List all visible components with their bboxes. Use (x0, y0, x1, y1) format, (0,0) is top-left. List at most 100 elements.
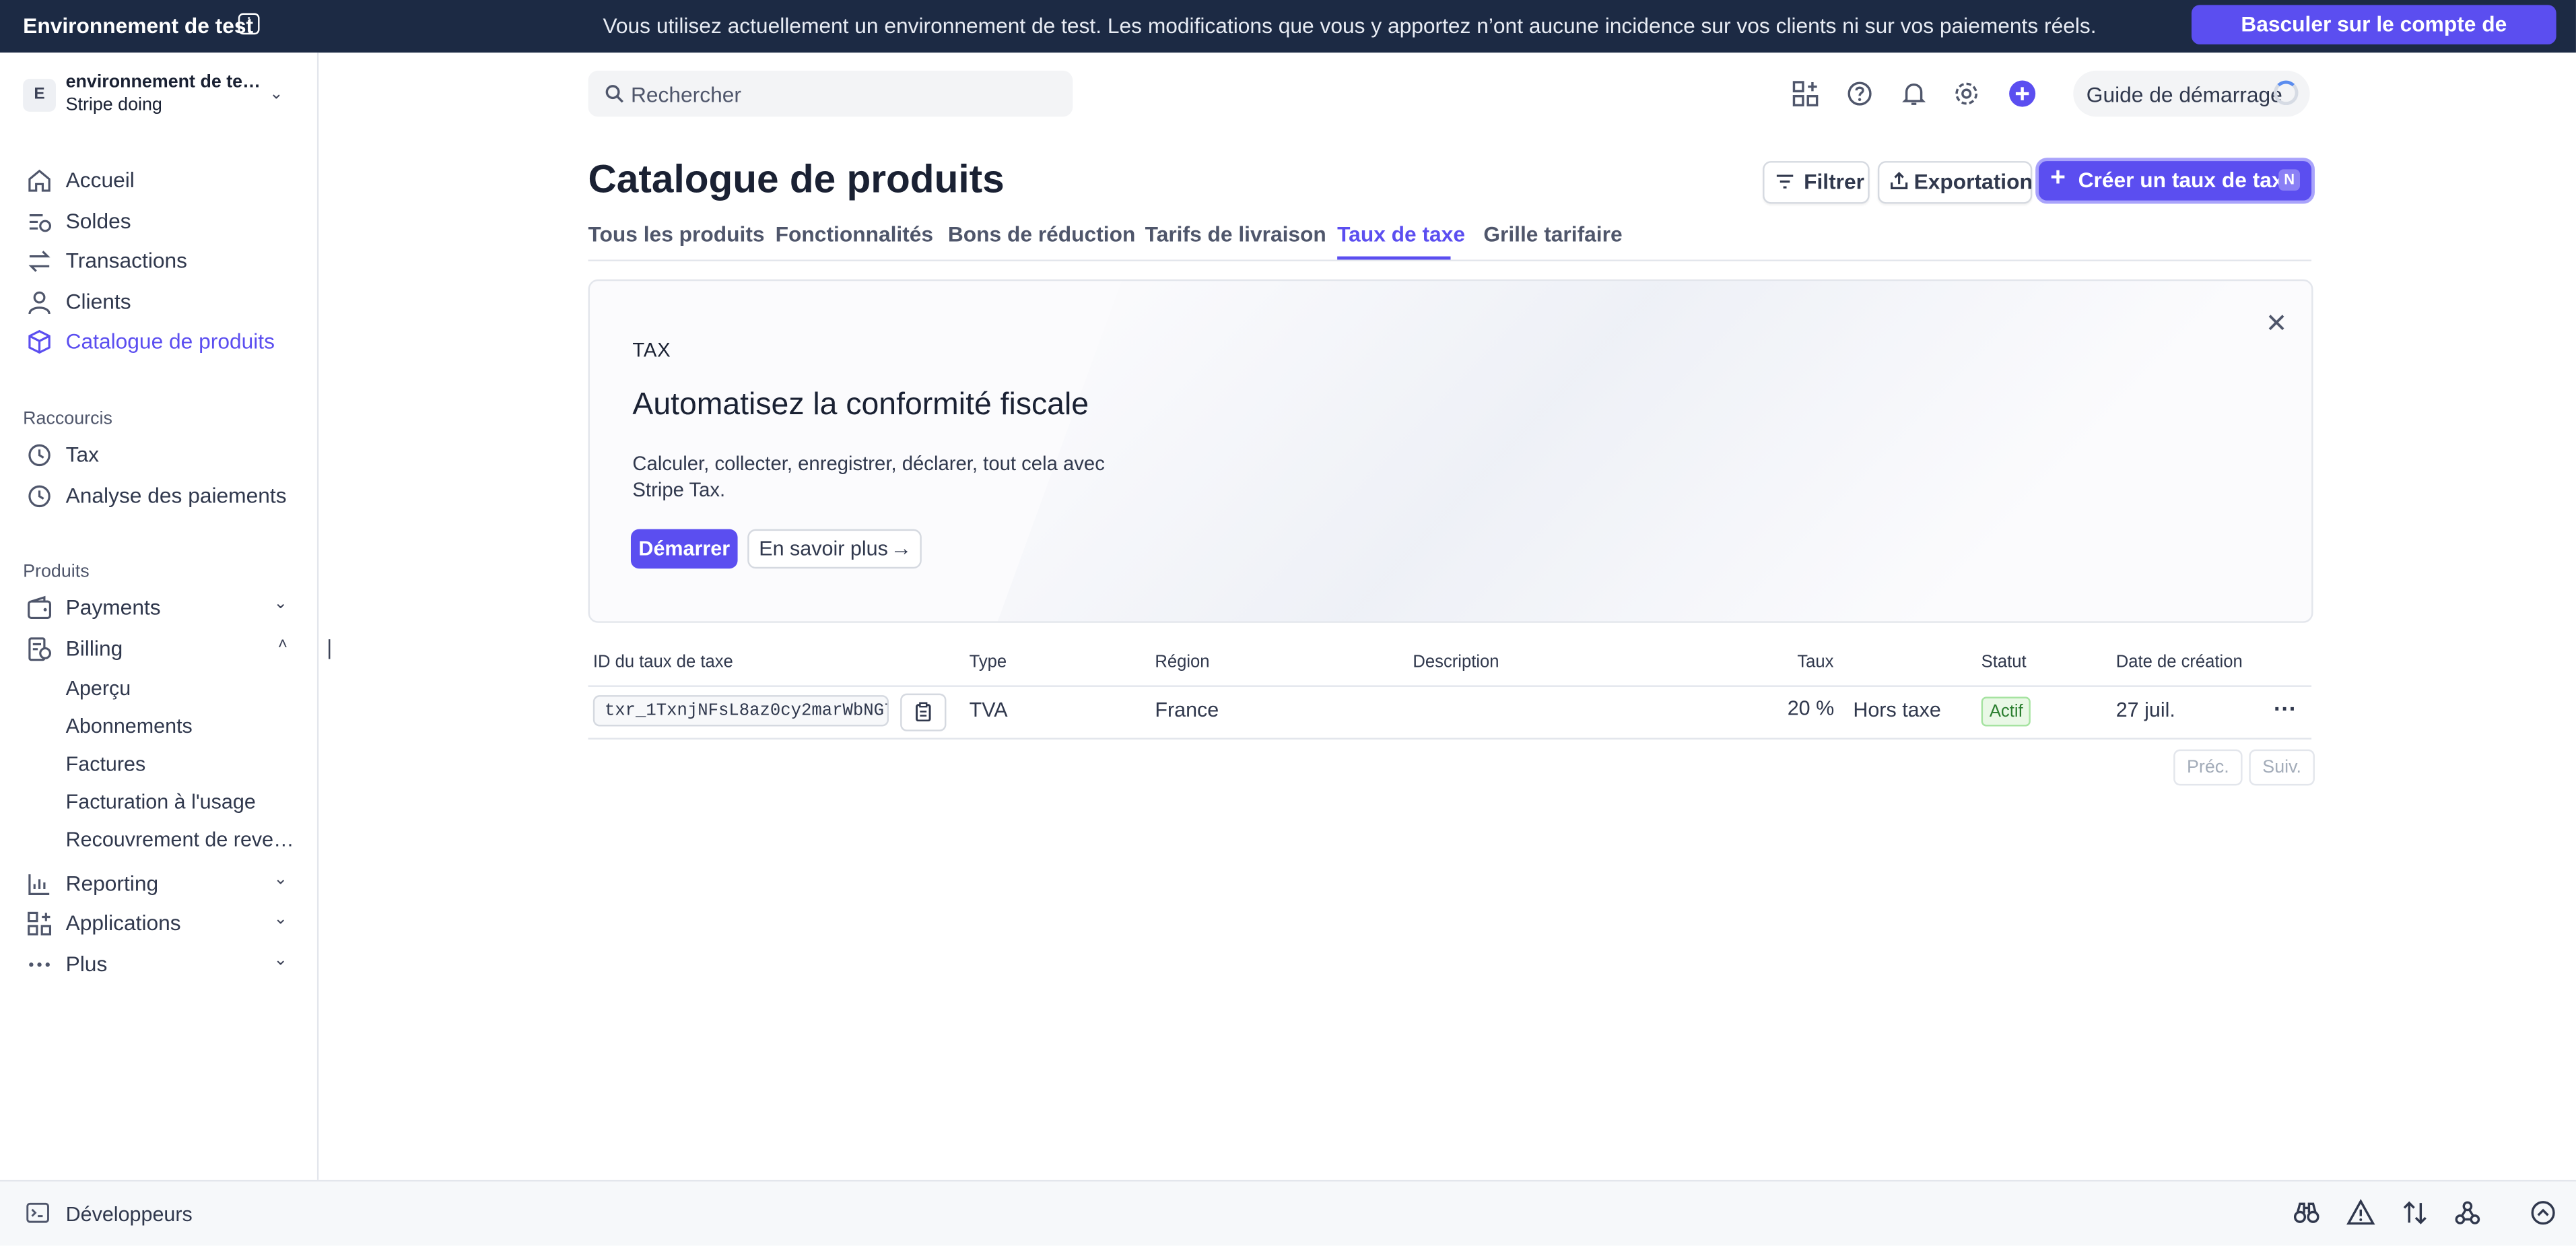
chevron-down-icon: ⌄ (273, 871, 287, 890)
start-button[interactable]: Démarrer (630, 529, 738, 569)
sidebar-item-label: Clients (65, 289, 131, 315)
sidebar-item-payment-analysis[interactable]: Analyse des paiements (26, 480, 298, 513)
create-tax-rate-label: Créer un taux de taxe (2078, 167, 2296, 193)
sidebar-item-more[interactable]: Plus ⌄ (26, 948, 298, 981)
binoculars-icon[interactable] (2292, 1198, 2321, 1228)
search-placeholder: Rechercher (630, 82, 741, 107)
tab-shipping-rates[interactable]: Tarifs de livraison (1145, 222, 1326, 247)
sidebar-item-label: Transactions (65, 248, 188, 273)
sidebar-item-balances[interactable]: Soldes (26, 205, 298, 238)
getting-started-guide-button[interactable]: Guide de démarrage (2073, 70, 2310, 117)
sidebar: E environnement de test... Stripe doing … (0, 53, 319, 1180)
sidebar-item-label: Payments (65, 595, 161, 620)
row-divider (588, 737, 2312, 740)
progress-ring-icon (2273, 80, 2299, 106)
export-icon (1891, 172, 1908, 189)
dots-icon (29, 962, 50, 967)
chevron-up-icon: ˄ (277, 636, 287, 655)
help-icon[interactable] (1845, 79, 1874, 108)
status-badge: Actif (1981, 696, 2031, 727)
close-icon[interactable]: ✕ (2266, 307, 2288, 340)
bell-icon[interactable] (1899, 79, 1929, 108)
column-header-id: ID du taux de taxe (592, 652, 733, 672)
sidebar-item-applications[interactable]: Applications ⌄ (26, 907, 298, 940)
tax-type: TVA (969, 698, 1008, 722)
learn-more-label: En savoir plus (759, 537, 888, 561)
create-plus-icon[interactable] (2008, 79, 2037, 108)
bottom-bar: Développeurs (0, 1179, 2576, 1246)
products-section-label: Produits (23, 562, 90, 582)
sidebar-subitem-invoices[interactable]: Factures (66, 753, 296, 776)
sidebar-item-label: Analyse des paiements (65, 483, 287, 508)
chevron-up-circle-icon[interactable] (2528, 1198, 2558, 1228)
sidebar-item-reporting[interactable]: Reporting ⌄ (26, 867, 298, 900)
tab-coupons[interactable]: Bons de réduction (948, 222, 1135, 247)
sidebar-item-tax[interactable]: Tax (26, 438, 298, 471)
sidebar-item-product-catalog[interactable]: Catalogue de produits (26, 325, 298, 358)
created-date: 27 juil. (2115, 698, 2175, 722)
create-tax-rate-button[interactable]: + Créer un taux de taxe N (2039, 161, 2312, 201)
more-actions-icon[interactable]: ··· (2274, 695, 2297, 721)
clock-icon (28, 444, 50, 467)
sidebar-item-label: Plus (65, 951, 108, 977)
guide-label: Guide de démarrage (2086, 82, 2282, 107)
sidebar-subitem-subscriptions[interactable]: Abonnements (66, 715, 296, 737)
info-icon[interactable]: i (238, 13, 260, 35)
sidebar-item-transactions[interactable]: Transactions (26, 245, 298, 278)
tab-pricing-table[interactable]: Grille tarifaire (1483, 222, 1622, 247)
filter-button[interactable]: Filtrer (1763, 161, 1870, 204)
copy-button[interactable] (900, 693, 947, 731)
keyboard-shortcut-badge: N (2278, 169, 2300, 191)
clipboard-icon (916, 702, 931, 722)
promo-body: Calculer, collecter, enregistrer, déclar… (632, 452, 1105, 502)
sidebar-item-billing[interactable]: Billing ˄ (26, 632, 298, 665)
promo-title: Automatisez la conformité fiscale (632, 387, 1089, 423)
text-cursor (329, 639, 331, 659)
tax-region: France (1155, 698, 1219, 722)
sidebar-subitem-overview[interactable]: Aperçu (66, 677, 296, 700)
invoice-icon (28, 637, 52, 661)
tab-all-products[interactable]: Tous les produits (588, 222, 765, 247)
sidebar-item-label: Tax (65, 442, 99, 467)
filter-label: Filtrer (1804, 169, 1865, 194)
developers-button[interactable]: Développeurs (66, 1203, 193, 1226)
header-divider (588, 685, 2312, 687)
switch-to-production-button[interactable]: Basculer sur le compte de production (2191, 5, 2556, 75)
sidebar-item-home[interactable]: Accueil (26, 164, 298, 197)
filter-icon (1776, 174, 1794, 189)
chart-icon (28, 874, 50, 895)
decorative-background (954, 281, 2296, 622)
sidebar-item-label: Billing (65, 636, 123, 661)
stripe-tax-promo-card: TAX Automatisez la conformité fiscale Ca… (588, 279, 2313, 623)
sort-arrows-icon[interactable] (2400, 1198, 2430, 1228)
account-subtitle: Stripe doing (65, 95, 162, 115)
balance-icon (29, 214, 52, 232)
apps-add-icon[interactable] (1791, 79, 1821, 108)
sidebar-item-label: Accueil (65, 167, 135, 193)
tax-rate-value: 20 % (1787, 696, 1835, 720)
chevron-down-icon: ⌄ (273, 951, 287, 970)
webhook-icon[interactable] (2453, 1198, 2482, 1228)
learn-more-button[interactable]: En savoir plus → (747, 529, 922, 569)
arrow-right-icon: → (890, 535, 912, 561)
gear-icon[interactable] (1952, 79, 1981, 108)
warning-icon[interactable] (2346, 1198, 2375, 1228)
home-icon (28, 169, 50, 192)
wallet-icon (28, 595, 52, 620)
tab-tax-rates[interactable]: Taux de taxe (1337, 222, 1465, 247)
env-label: Environnement de test (23, 13, 254, 38)
column-header-description: Description (1413, 652, 1499, 672)
sidebar-subitem-usage-billing[interactable]: Facturation à l'usage (66, 791, 296, 814)
column-header-created: Date de création (2115, 652, 2243, 672)
next-page-button[interactable]: Suiv. (2249, 749, 2315, 786)
page-title: Catalogue de produits (588, 158, 1005, 203)
search-input[interactable]: Rechercher (588, 70, 1073, 117)
previous-page-button[interactable]: Préc. (2173, 749, 2243, 786)
chevron-down-icon: ⌄ (273, 910, 287, 929)
export-button[interactable]: Exportation (1877, 161, 2033, 204)
sidebar-item-customers[interactable]: Clients (26, 286, 298, 319)
sidebar-item-payments[interactable]: Payments ⌄ (26, 591, 298, 624)
tab-features[interactable]: Fonctionnalités (776, 222, 933, 247)
sidebar-subitem-revenue-recovery[interactable]: Recouvrement de reven... (66, 828, 296, 851)
plus-icon: + (2050, 164, 2066, 193)
